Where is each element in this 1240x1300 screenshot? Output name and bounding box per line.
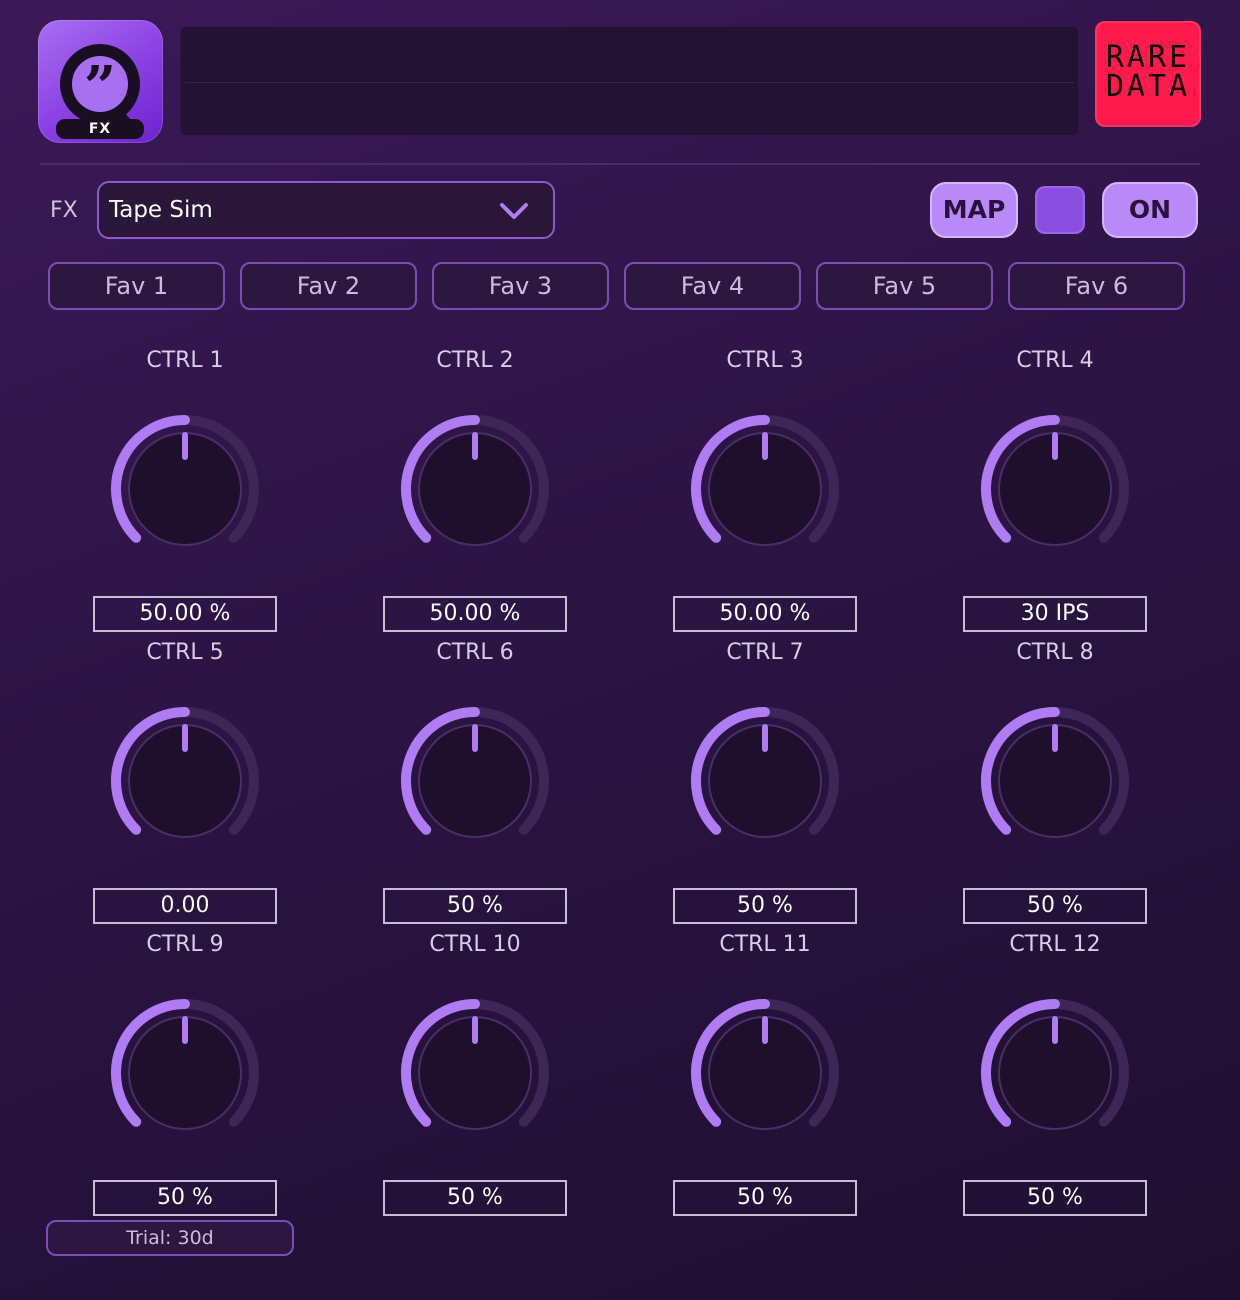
ctrl-knob[interactable]	[975, 701, 1135, 861]
svg-text:”: ”	[84, 54, 116, 120]
ctrl-value-field[interactable]: 50.00 %	[673, 596, 857, 632]
ctrl-value-field[interactable]: 50 %	[963, 1180, 1147, 1216]
ctrl-knob[interactable]	[395, 993, 555, 1153]
ctrl-value-field[interactable]: 50.00 %	[383, 596, 567, 632]
favorite-button-2[interactable]: Fav 2	[240, 262, 417, 310]
ctrl-knob[interactable]	[395, 409, 555, 569]
ctrl-label: CTRL 2	[436, 348, 514, 373]
map-button[interactable]: MAP	[930, 182, 1018, 238]
ctrl-knob[interactable]	[685, 409, 845, 569]
brand-line-2: DATA	[1105, 69, 1191, 104]
ctrl-knob[interactable]	[395, 701, 555, 861]
ctrl-label: CTRL 1	[146, 348, 224, 373]
power-on-button[interactable]: ON	[1102, 182, 1198, 238]
ctrl-label: CTRL 11	[719, 932, 811, 957]
ctrl-knob[interactable]	[105, 409, 265, 569]
ctrl-value-field[interactable]: 50.00 %	[93, 596, 277, 632]
ctrl-label: CTRL 7	[726, 640, 804, 665]
ctrl-label: CTRL 9	[146, 932, 224, 957]
ctrl-label: CTRL 10	[429, 932, 521, 957]
favorite-button-5[interactable]: Fav 5	[816, 262, 993, 310]
app-logo: ” FX	[38, 20, 163, 143]
ctrl-knob[interactable]	[975, 993, 1135, 1153]
ctrl-label: CTRL 8	[1016, 640, 1094, 665]
ctrl-knob[interactable]	[685, 701, 845, 861]
ctrl-value-field[interactable]: 50 %	[383, 1180, 567, 1216]
ctrl-value-field[interactable]: 50 %	[963, 888, 1147, 924]
toggle-square-button[interactable]	[1035, 186, 1085, 234]
ctrl-label: CTRL 3	[726, 348, 804, 373]
ctrl-label: CTRL 12	[1009, 932, 1101, 957]
fx-label: FX	[50, 198, 78, 223]
favorite-button-3[interactable]: Fav 3	[432, 262, 609, 310]
header-divider	[40, 163, 1200, 165]
preset-display	[180, 26, 1079, 136]
fx-select-value: Tape Sim	[109, 197, 213, 223]
ctrl-value-field[interactable]: 50 %	[383, 888, 567, 924]
ctrl-knob[interactable]	[105, 993, 265, 1153]
app-badge: FX	[56, 119, 144, 139]
brand-line-1: RARE	[1105, 40, 1191, 75]
ctrl-value-field[interactable]: 50 %	[673, 888, 857, 924]
favorite-button-1[interactable]: Fav 1	[48, 262, 225, 310]
ctrl-label: CTRL 5	[146, 640, 224, 665]
display-divider	[185, 82, 1074, 83]
ctrl-label: CTRL 4	[1016, 348, 1094, 373]
ctrl-value-field[interactable]: 50 %	[93, 1180, 277, 1216]
trial-badge: Trial: 30d	[46, 1220, 294, 1256]
fx-select[interactable]: Tape Sim	[97, 181, 555, 239]
favorite-button-4[interactable]: Fav 4	[624, 262, 801, 310]
chevron-down-icon	[500, 203, 528, 219]
favorite-button-6[interactable]: Fav 6	[1008, 262, 1185, 310]
ctrl-value-field[interactable]: 50 %	[673, 1180, 857, 1216]
ctrl-knob[interactable]	[975, 409, 1135, 569]
ctrl-value-field[interactable]: 30 IPS	[963, 596, 1147, 632]
ctrl-value-field[interactable]: 0.00	[93, 888, 277, 924]
brand-logo[interactable]: RARE DATA	[1095, 21, 1201, 127]
ctrl-knob[interactable]	[105, 701, 265, 861]
ctrl-label: CTRL 6	[436, 640, 514, 665]
ctrl-knob[interactable]	[685, 993, 845, 1153]
